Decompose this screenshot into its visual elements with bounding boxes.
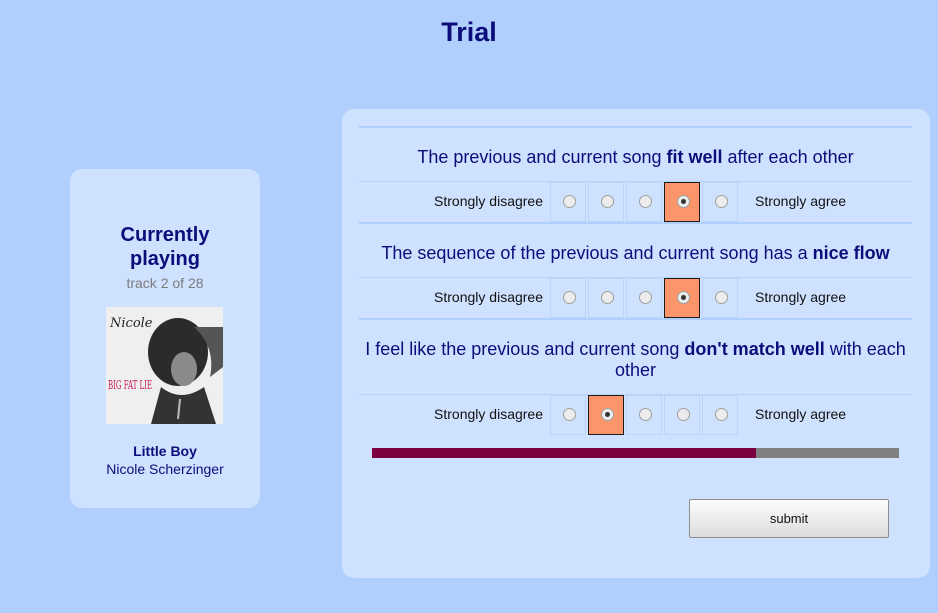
page-title: Trial — [441, 17, 497, 47]
now-playing-card: Currently playing track 2 of 28 Nicole B… — [70, 169, 260, 508]
album-art-text-bottom: BIG FAT LIE — [108, 378, 152, 392]
question-text: I feel like the previous and current son… — [359, 339, 912, 381]
likert-option-5[interactable] — [702, 395, 738, 435]
album-cover-image: Nicole BIG FAT LIE — [106, 307, 223, 424]
radio-button[interactable] — [639, 408, 652, 421]
radio-button[interactable] — [677, 195, 690, 208]
now-playing-heading: Currently playing — [70, 223, 260, 271]
scale-label-agree: Strongly agree — [755, 406, 847, 422]
question-text-part: I feel like the previous and current son… — [365, 339, 685, 359]
scale-label-agree: Strongly agree — [755, 289, 847, 305]
artist-name: Nicole Scherzinger — [106, 461, 224, 477]
question-text-part: The previous and current song — [417, 147, 667, 167]
question-text: The previous and current song fit well a… — [359, 147, 912, 168]
likert-option-5[interactable] — [702, 278, 738, 318]
radio-button[interactable] — [601, 195, 614, 208]
likert-option-2[interactable] — [588, 278, 624, 318]
likert-option-1[interactable] — [550, 278, 586, 318]
question-divider — [359, 222, 912, 224]
scale-label-disagree: Strongly disagree — [434, 289, 543, 305]
question-text-emphasis: nice flow — [812, 243, 890, 263]
question-text-part: after each other — [722, 147, 854, 167]
likert-option-4[interactable] — [664, 395, 700, 435]
question-text-part: The sequence of the previous and current… — [381, 243, 813, 263]
question-text-emphasis: don't match well — [684, 339, 825, 359]
likert-option-3[interactable] — [626, 278, 662, 318]
now-playing-heading-line2: playing — [129, 248, 200, 270]
likert-option-4[interactable] — [664, 278, 700, 318]
scale-label-agree: Strongly agree — [755, 193, 847, 209]
survey-panel: The previous and current song fit well a… — [342, 109, 930, 578]
likert-option-1[interactable] — [550, 395, 586, 435]
likert-option-4[interactable] — [664, 182, 700, 222]
radio-button[interactable] — [677, 291, 690, 304]
likert-option-5[interactable] — [702, 182, 738, 222]
radio-button[interactable] — [677, 408, 690, 421]
likert-scale-row: Strongly disagree Strongly agree — [359, 181, 912, 222]
radio-button[interactable] — [563, 291, 576, 304]
song-title: Little Boy — [133, 443, 197, 459]
radio-button[interactable] — [601, 291, 614, 304]
question-text-emphasis: fit well — [666, 147, 723, 167]
album-art-text-top: Nicole — [109, 316, 153, 331]
radio-button[interactable] — [601, 408, 614, 421]
scale-label-disagree: Strongly disagree — [434, 193, 543, 209]
likert-scale-row: Strongly disagree Strongly agree — [359, 277, 912, 318]
radio-button[interactable] — [715, 195, 728, 208]
progress-bar-fill — [372, 448, 757, 458]
radio-button[interactable] — [563, 408, 576, 421]
radio-button[interactable] — [715, 291, 728, 304]
radio-button[interactable] — [639, 291, 652, 304]
progress-bar — [372, 448, 899, 458]
scale-label-disagree: Strongly disagree — [434, 406, 543, 422]
radio-button[interactable] — [563, 195, 576, 208]
likert-scale-row: Strongly disagree Strongly agree — [359, 394, 912, 435]
likert-option-3[interactable] — [626, 182, 662, 222]
now-playing-heading-line1: Currently — [120, 224, 210, 246]
track-counter: track 2 of 28 — [126, 275, 204, 291]
likert-option-2[interactable] — [588, 395, 624, 435]
question-divider — [359, 126, 912, 128]
likert-option-1[interactable] — [550, 182, 586, 222]
radio-button[interactable] — [715, 408, 728, 421]
question-text: The sequence of the previous and current… — [359, 243, 912, 264]
radio-button[interactable] — [639, 195, 652, 208]
submit-button[interactable]: submit — [689, 499, 889, 538]
likert-option-3[interactable] — [626, 395, 662, 435]
question-divider — [359, 318, 912, 320]
likert-option-2[interactable] — [588, 182, 624, 222]
